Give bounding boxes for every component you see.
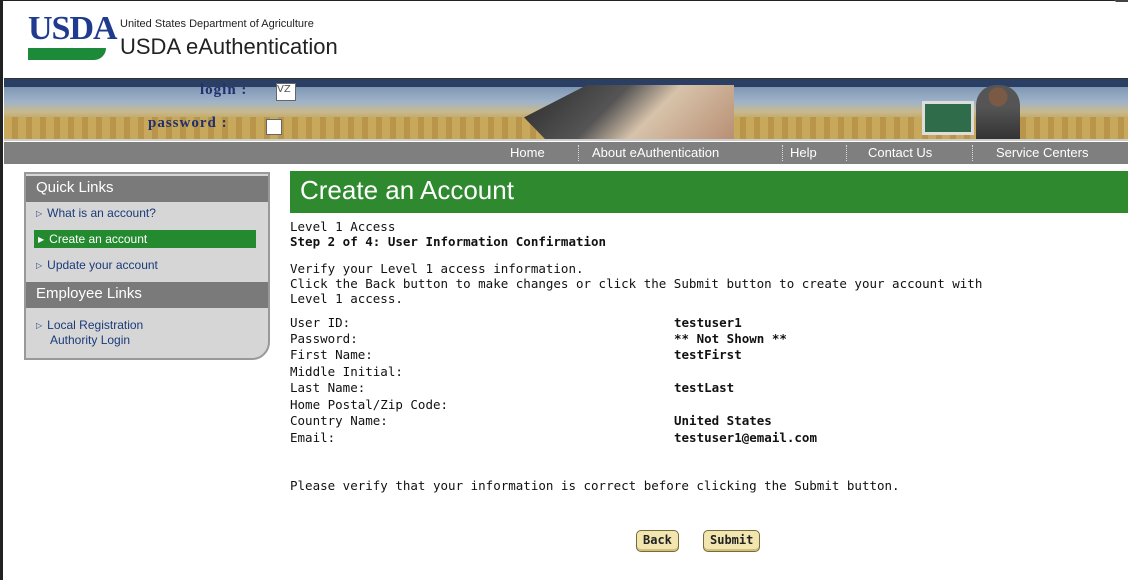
nav-separator	[578, 145, 579, 161]
triangle-right-icon: ▶	[38, 235, 45, 244]
sidebar-item-local-registration-line2[interactable]: Authority Login	[50, 333, 130, 347]
nav-service-centers[interactable]: Service Centers	[996, 145, 1088, 160]
field-value-email: testuser1@email.com	[674, 430, 817, 445]
top-nav: Home About eAuthentication Help Contact …	[4, 142, 1128, 164]
sidebar-item-label: Local Registration	[47, 318, 144, 332]
field-label: Home Postal/Zip Code:	[290, 397, 449, 412]
back-button[interactable]: Back	[636, 530, 679, 552]
nav-separator	[972, 145, 973, 161]
nav-help[interactable]: Help	[790, 145, 817, 160]
usda-logo-text: USDA	[28, 10, 118, 47]
page-title-bar: Create an Account	[290, 171, 1128, 213]
page-title: Create an Account	[300, 175, 514, 205]
triangle-right-icon: ▷	[36, 321, 43, 330]
triangle-right-icon: ▷	[36, 261, 43, 270]
quick-links-heading: Quick Links	[26, 176, 268, 202]
step-indicator: Step 2 of 4: User Information Confirmati…	[290, 234, 607, 249]
app-name: USDA eAuthentication	[120, 34, 338, 59]
employee-links-heading: Employee Links	[26, 282, 268, 308]
field-label: Last Name:	[290, 380, 366, 395]
field-label: Middle Initial:	[290, 364, 403, 379]
nav-home[interactable]: Home	[510, 145, 545, 160]
instruction-line: Verify your Level 1 access information.	[290, 261, 584, 276]
banner-laptop	[922, 101, 974, 135]
instruction-line: Click the Back button to make changes or…	[290, 276, 983, 291]
field-value-password: ** Not Shown **	[674, 331, 787, 346]
usda-logo[interactable]: USDA	[28, 10, 118, 60]
sidebar: Quick Links ▷ What is an account? ▶ Create…	[24, 172, 270, 360]
nav-contact[interactable]: Contact Us	[868, 145, 932, 160]
sidebar-item-update-account[interactable]: ▷ Update your account	[36, 258, 158, 272]
field-label: Password:	[290, 331, 358, 346]
banner-person	[976, 85, 1020, 139]
department-name: United States Department of Agriculture	[120, 18, 314, 30]
sidebar-item-local-registration[interactable]: ▷ Local Registration	[36, 318, 143, 332]
nav-separator	[846, 145, 847, 161]
nav-separator	[782, 145, 783, 161]
banner-hand-keyboard	[524, 85, 734, 139]
verify-note: Please verify that your information is c…	[290, 478, 900, 493]
banner-password-box	[266, 119, 282, 135]
field-label: First Name:	[290, 347, 373, 362]
banner-login-box: VZ	[276, 83, 296, 101]
access-level: Level 1 Access	[290, 219, 396, 234]
banner-password-label: password :	[148, 115, 228, 131]
field-value-user-id: testuser1	[674, 315, 742, 330]
triangle-right-icon: ▷	[36, 209, 43, 218]
header-banner-image: login : VZ password :	[4, 78, 1128, 141]
sidebar-item-label: Create an account	[49, 232, 148, 246]
sidebar-item-label: Update your account	[47, 258, 158, 272]
field-label: Country Name:	[290, 413, 388, 428]
submit-button[interactable]: Submit	[703, 530, 761, 552]
field-value-country: United States	[674, 413, 772, 428]
site-header: USDA United States Department of Agricul…	[4, 2, 1128, 76]
field-value-first-name: testFirst	[674, 347, 742, 362]
sidebar-item-create-account[interactable]: ▶ Create an account	[34, 230, 256, 248]
banner-login-label: login :	[200, 82, 248, 98]
instruction-line: Level 1 access.	[290, 291, 403, 306]
field-label: Email:	[290, 430, 336, 445]
field-label: User ID:	[290, 315, 351, 330]
banner-sky	[4, 79, 1128, 87]
logo-swoosh	[28, 48, 106, 60]
sidebar-item-label: What is an account?	[47, 206, 156, 220]
nav-about[interactable]: About eAuthentication	[592, 145, 719, 160]
sidebar-item-what-is-account[interactable]: ▷ What is an account?	[36, 206, 156, 220]
field-value-last-name: testLast	[674, 380, 735, 395]
